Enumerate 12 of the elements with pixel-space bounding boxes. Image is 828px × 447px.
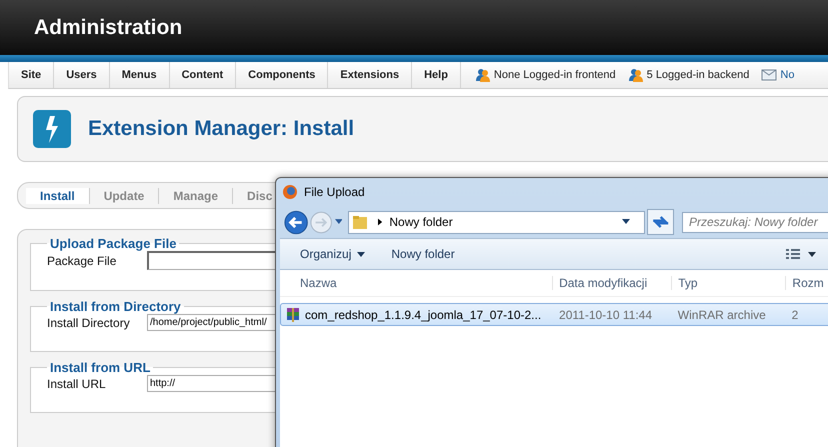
file-type: WinRAR archive [676, 308, 767, 322]
file-date: 2011-10-10 11:44 [558, 308, 653, 322]
section-legend: Install from Directory [47, 299, 184, 314]
section-legend: Install from URL [47, 360, 154, 375]
file-size: 2 [790, 308, 800, 322]
field-label: Package File [47, 254, 118, 268]
dialog-title: File Upload [304, 185, 365, 199]
field-label: Install URL [47, 376, 107, 390]
page-title: Extension Manager: Install [88, 117, 354, 141]
section-legend: Upload Package File [47, 236, 180, 251]
site-title: Administration [34, 16, 182, 40]
field-label: Install Directory [47, 316, 131, 330]
